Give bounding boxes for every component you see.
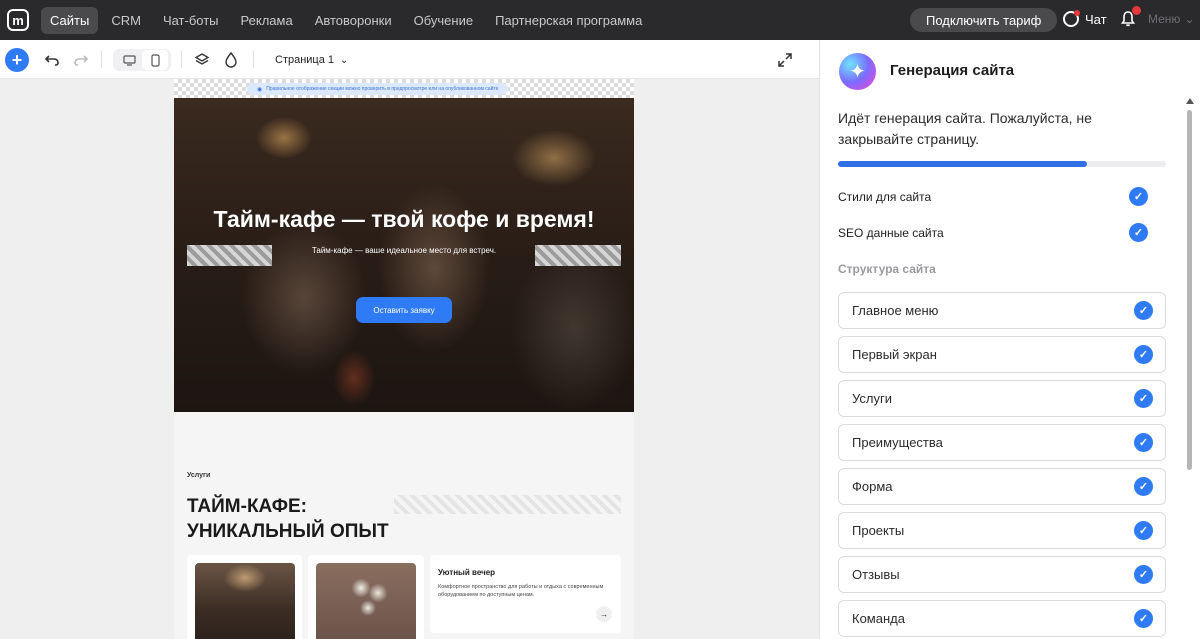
editor-toolbar: + Страница 1 ⌄ bbox=[0, 40, 820, 79]
scroll-up-arrow-icon[interactable] bbox=[1186, 98, 1194, 104]
structure-item-label: Главное меню bbox=[852, 303, 939, 318]
mobile-view-button[interactable] bbox=[142, 50, 168, 70]
structure-item-label: Команда bbox=[852, 611, 905, 626]
structure-item: Команда ✓ bbox=[838, 600, 1166, 637]
hero-title: Тайм-кафе — твой кофе и время! bbox=[213, 206, 595, 232]
services-label: Услуги bbox=[187, 472, 211, 479]
connect-plan-button[interactable]: Подключить тариф bbox=[910, 8, 1058, 32]
panel-title: Генерация сайта bbox=[890, 62, 1015, 79]
checkmark-icon: ✓ bbox=[1134, 565, 1153, 584]
checkmark-icon: ✓ bbox=[1129, 187, 1148, 206]
structure-item: Преимущества ✓ bbox=[838, 424, 1166, 461]
structure-item: Форма ✓ bbox=[838, 468, 1166, 505]
structure-label: Структура сайта bbox=[838, 262, 936, 276]
checkmark-icon: ✓ bbox=[1134, 477, 1153, 496]
structure-item-label: Первый экран bbox=[852, 347, 937, 362]
page-selector[interactable]: Страница 1 ⌄ bbox=[275, 49, 348, 71]
fullscreen-icon[interactable] bbox=[777, 49, 793, 71]
color-drop-icon[interactable] bbox=[224, 49, 238, 71]
desktop-icon bbox=[122, 54, 136, 66]
nav-item-partner-program[interactable]: Партнерская программа bbox=[486, 7, 651, 34]
redo-icon[interactable] bbox=[73, 49, 89, 71]
request-button[interactable]: Оставить заявку bbox=[356, 297, 452, 323]
flowers-image bbox=[316, 563, 416, 639]
panel-scrollbar[interactable] bbox=[1185, 98, 1195, 639]
service-card[interactable] bbox=[308, 555, 424, 639]
logo-icon[interactable]: m bbox=[7, 9, 29, 31]
checkmark-icon: ✓ bbox=[1134, 433, 1153, 452]
service-card[interactable]: Уютный вечер Комфортное пространство для… bbox=[430, 555, 621, 633]
preview-note-text: Правильное отображение секции можно пров… bbox=[266, 86, 499, 92]
desktop-view-button[interactable] bbox=[116, 50, 142, 70]
chat-label: Чат bbox=[1085, 11, 1107, 27]
toolbar-divider bbox=[181, 50, 182, 68]
page-selector-label: Страница 1 bbox=[275, 54, 335, 66]
sparkle-icon: ✦ bbox=[839, 53, 876, 90]
checkmark-icon: ✓ bbox=[1134, 345, 1153, 364]
card-title: Уютный вечер bbox=[438, 568, 496, 577]
nav-item-chatbots[interactable]: Чат-боты bbox=[154, 7, 228, 34]
nav-item-sites[interactable]: Сайты bbox=[41, 6, 99, 34]
chat-icon bbox=[1063, 10, 1080, 27]
chevron-down-icon: ⌄ bbox=[340, 54, 349, 66]
add-block-button[interactable]: + bbox=[5, 48, 29, 72]
nav-item-funnels[interactable]: Автоворонки bbox=[306, 7, 401, 34]
structure-item-label: Отзывы bbox=[852, 567, 900, 582]
menu-label: Меню bbox=[1148, 12, 1181, 26]
top-navigation: m Сайты CRM Чат-боты Реклама Автоворонки… bbox=[0, 0, 1200, 40]
site-generation-panel: ✦ Генерация сайта Идёт генерация сайта. … bbox=[819, 40, 1200, 639]
structure-item: Услуги ✓ bbox=[838, 380, 1166, 417]
services-title: ТАЙМ-КАФЕ: УНИКАЛЬНЫЙ ОПЫТ bbox=[187, 494, 389, 544]
checkmark-icon: ✓ bbox=[1129, 223, 1148, 242]
check-item-label: SEO данные сайта bbox=[838, 225, 944, 240]
chat-button[interactable]: Чат bbox=[1063, 10, 1107, 27]
undo-icon[interactable] bbox=[44, 49, 60, 71]
services-title-line: УНИКАЛЬНЫЙ ОПЫТ bbox=[187, 521, 389, 542]
placeholder-stripes bbox=[394, 495, 621, 514]
eye-icon: ◉ bbox=[257, 86, 263, 93]
toolbar-divider bbox=[101, 50, 102, 68]
progress-fill bbox=[838, 161, 1088, 167]
nav-item-ads[interactable]: Реклама bbox=[232, 7, 302, 34]
mobile-icon bbox=[150, 53, 160, 67]
structure-item-label: Проекты bbox=[852, 523, 905, 538]
scroll-thumb[interactable] bbox=[1187, 110, 1192, 470]
nav-item-crm[interactable]: CRM bbox=[102, 7, 150, 34]
check-item: Стили для сайта ✓ bbox=[838, 187, 1148, 206]
menu-dropdown[interactable]: Меню ⌄ bbox=[1148, 12, 1195, 26]
checkmark-icon: ✓ bbox=[1134, 301, 1153, 320]
structure-item-label: Преимущества bbox=[852, 435, 943, 450]
structure-item: Проекты ✓ bbox=[838, 512, 1166, 549]
nav-item-education[interactable]: Обучение bbox=[405, 7, 482, 34]
services-title-line: ТАЙМ-КАФЕ: bbox=[187, 496, 308, 517]
checkmark-icon: ✓ bbox=[1134, 521, 1153, 540]
check-item-label: Стили для сайта bbox=[838, 189, 932, 204]
structure-item-label: Услуги bbox=[852, 391, 892, 406]
notification-badge bbox=[1132, 6, 1141, 15]
cafe-interior-image bbox=[195, 563, 295, 639]
check-item: SEO данные сайта ✓ bbox=[838, 223, 1148, 242]
layers-icon[interactable] bbox=[194, 49, 210, 71]
generation-message: Идёт генерация сайта. Пожалуйста, не зак… bbox=[838, 110, 1092, 147]
structure-list: Главное меню ✓ Первый экран ✓ Услуги ✓ Преимущ… bbox=[838, 292, 1166, 639]
checkmark-icon: ✓ bbox=[1134, 609, 1153, 628]
toolbar-divider bbox=[253, 50, 254, 68]
structure-item: Первый экран ✓ bbox=[838, 336, 1166, 373]
hero-subtitle: Тайм-кафе — ваше идеальное место для вст… bbox=[311, 246, 497, 255]
arrow-right-icon[interactable]: → bbox=[596, 606, 612, 622]
structure-item: Главное меню ✓ bbox=[838, 292, 1166, 329]
chevron-down-icon: ⌄ bbox=[1184, 12, 1195, 26]
generation-progress bbox=[838, 161, 1166, 167]
service-card[interactable] bbox=[187, 555, 302, 639]
device-switcher bbox=[113, 49, 171, 71]
checkmark-icon: ✓ bbox=[1134, 389, 1153, 408]
structure-item-label: Форма bbox=[852, 479, 893, 494]
card-text: Комфортное пространство для работы и отд… bbox=[438, 584, 604, 598]
preview-note: ◉ Правильное отображение секции можно пр… bbox=[247, 83, 509, 95]
hero-section[interactable]: Тайм-кафе — твой кофе и время! Тайм-кафе… bbox=[174, 98, 634, 412]
site-canvas[interactable]: ◉ Правильное отображение секции можно пр… bbox=[174, 79, 634, 639]
structure-item: Отзывы ✓ bbox=[838, 556, 1166, 593]
main-menu: Сайты CRM Чат-боты Реклама Автоворонки О… bbox=[41, 6, 651, 34]
